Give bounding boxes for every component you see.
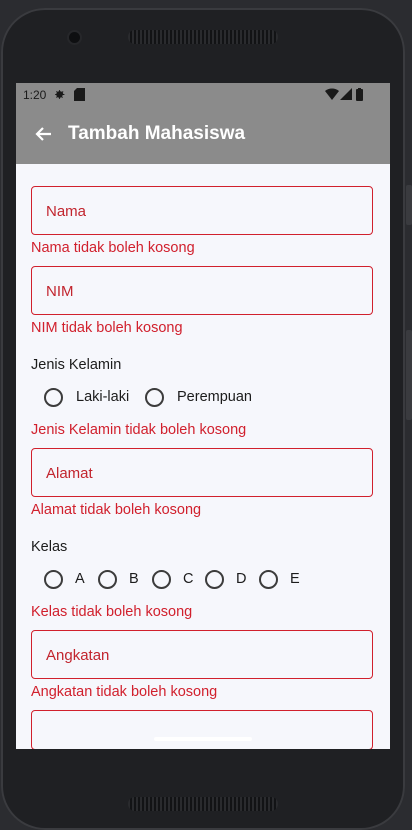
page-title: Tambah Mahasiswa xyxy=(68,123,246,144)
app-bar: Tambah Mahasiswa xyxy=(16,108,390,164)
power-button xyxy=(406,330,412,420)
battery-icon xyxy=(356,88,363,104)
wifi-icon xyxy=(325,88,339,103)
radio-label: C xyxy=(183,571,194,587)
radio-label: D xyxy=(236,571,247,587)
jenis-kelamin-label: Jenis Kelamin xyxy=(31,357,122,373)
phone-screen: 1:20 Tambah Mahasiswa Nama Nama tidak bo… xyxy=(16,83,390,749)
status-time: 1:20 xyxy=(23,88,47,102)
back-arrow-icon[interactable] xyxy=(32,122,56,146)
radio-label: A xyxy=(75,571,85,587)
nim-placeholder: NIM xyxy=(46,283,74,300)
radio-circle xyxy=(44,387,63,407)
angkatan-input[interactable]: Angkatan xyxy=(31,630,373,679)
radio-label: Laki-laki xyxy=(76,389,130,405)
nama-input[interactable]: Nama xyxy=(31,186,373,235)
nim-input[interactable]: NIM xyxy=(31,266,373,315)
alamat-input[interactable]: Alamat xyxy=(31,448,373,497)
gesture-home-bar[interactable] xyxy=(154,737,252,741)
nama-error: Nama tidak boleh kosong xyxy=(31,240,195,256)
kelas-label: Kelas xyxy=(31,539,68,555)
radio-circle xyxy=(98,569,117,589)
device-frame: 1:20 Tambah Mahasiswa Nama Nama tidak bo… xyxy=(0,0,412,830)
next-input-partial[interactable] xyxy=(31,710,373,749)
radio-label: Perempuan xyxy=(177,389,252,405)
settings-icon xyxy=(53,88,66,104)
radio-kelas-d[interactable]: D xyxy=(205,568,246,590)
radio-circle xyxy=(259,569,278,589)
volume-button xyxy=(406,185,412,225)
radio-kelas-e[interactable]: E xyxy=(259,568,300,590)
alamat-placeholder: Alamat xyxy=(46,465,93,482)
angkatan-placeholder: Angkatan xyxy=(46,647,110,664)
kelas-error: Kelas tidak boleh kosong xyxy=(31,604,193,620)
radio-label: E xyxy=(290,571,300,587)
radio-circle xyxy=(152,569,171,589)
nim-error: NIM tidak boleh kosong xyxy=(31,320,183,336)
front-camera xyxy=(69,32,80,43)
earpiece-speaker xyxy=(128,30,278,44)
radio-circle xyxy=(44,569,63,589)
angkatan-error: Angkatan tidak boleh kosong xyxy=(31,684,218,700)
jenis-kelamin-error: Jenis Kelamin tidak boleh kosong xyxy=(31,422,247,438)
radio-kelas-b[interactable]: B xyxy=(98,568,139,590)
radio-circle xyxy=(145,387,164,407)
radio-kelas-c[interactable]: C xyxy=(152,568,193,590)
radio-circle xyxy=(205,569,224,589)
radio-kelas-a[interactable]: A xyxy=(44,568,85,590)
radio-perempuan[interactable]: Perempuan xyxy=(145,386,252,408)
radio-label: B xyxy=(129,571,139,587)
radio-laki-laki[interactable]: Laki-laki xyxy=(44,386,129,408)
alamat-error: Alamat tidak boleh kosong xyxy=(31,502,202,518)
status-bar: 1:20 xyxy=(16,83,390,108)
sd-card-icon xyxy=(74,88,85,104)
bottom-speaker xyxy=(128,797,278,811)
signal-icon xyxy=(340,88,352,103)
nama-placeholder: Nama xyxy=(46,203,87,220)
